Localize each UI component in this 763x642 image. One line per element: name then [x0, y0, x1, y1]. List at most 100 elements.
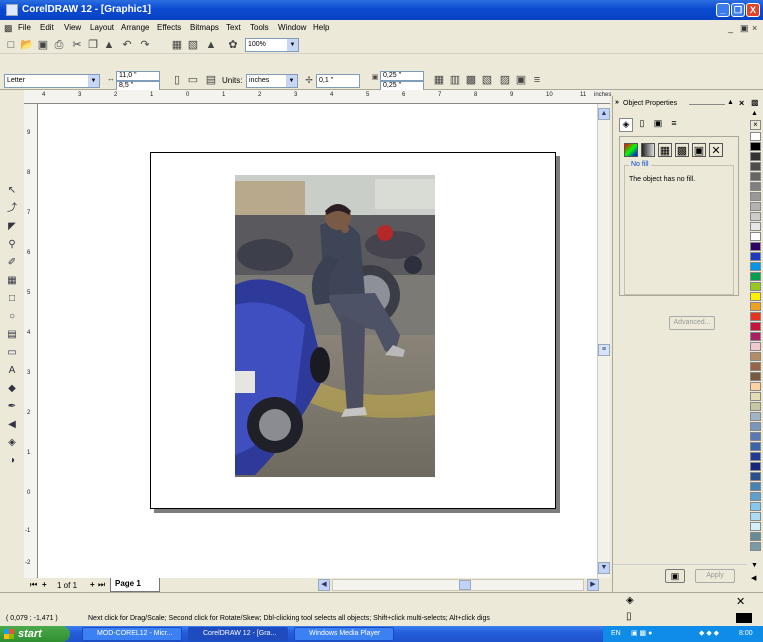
close-button[interactable]: X	[746, 3, 760, 17]
options-icon[interactable]: ≡	[530, 73, 544, 87]
palette-expand-icon[interactable]: ◀	[751, 574, 756, 582]
horizontal-scroll-thumb[interactable]	[459, 580, 471, 590]
application-launcher-icon[interactable]: ▲	[204, 38, 218, 52]
snap-guidelines-icon[interactable]: ▥	[448, 73, 462, 87]
add-page-before-icon[interactable]: +	[42, 580, 47, 589]
text-tool-icon[interactable]: A	[5, 364, 19, 378]
document-page[interactable]	[150, 152, 556, 509]
menu-tools[interactable]: Tools	[250, 23, 269, 32]
zoom-tool-icon[interactable]: ⚲	[5, 238, 19, 252]
color-swatch[interactable]	[750, 352, 761, 361]
outline-tool-icon[interactable]: ◀	[5, 418, 19, 432]
color-swatch[interactable]	[750, 382, 761, 391]
color-swatch[interactable]	[750, 342, 761, 351]
menu-arrange[interactable]: Arrange	[121, 23, 149, 32]
color-swatch[interactable]	[750, 142, 761, 151]
maximize-button[interactable]: ❐	[731, 3, 745, 17]
taskbar-item-word[interactable]: MOD-COREL12 - Micr...	[82, 627, 182, 641]
color-swatch[interactable]	[750, 532, 761, 541]
apply-button[interactable]: Apply	[695, 569, 735, 583]
color-swatch[interactable]	[750, 162, 761, 171]
outline-tab-icon[interactable]: ▯	[635, 118, 649, 132]
minimize-button[interactable]: _	[716, 3, 730, 17]
color-swatch[interactable]	[750, 392, 761, 401]
units-select[interactable]: inches ▼	[246, 74, 298, 88]
docker-collapse-icon[interactable]: ▲	[727, 99, 734, 106]
drawing-canvas[interactable]	[38, 104, 597, 578]
menu-text[interactable]: Text	[226, 23, 241, 32]
snap-objects-icon[interactable]: ▩	[464, 73, 478, 87]
color-swatch[interactable]	[750, 192, 761, 201]
tray-icons[interactable]: ▣ ▩ ●	[631, 626, 652, 642]
scroll-left-icon[interactable]: ◀	[318, 579, 330, 591]
shape-tool-icon[interactable]: ⤴	[5, 202, 19, 216]
outline-color-swatch[interactable]	[736, 613, 752, 623]
color-swatch[interactable]	[750, 372, 761, 381]
freehand-tool-icon[interactable]: ✐	[5, 256, 19, 270]
color-swatch[interactable]	[750, 132, 761, 141]
color-swatch[interactable]	[750, 242, 761, 251]
menu-edit[interactable]: Edit	[40, 23, 54, 32]
cut-icon[interactable]: ✂	[70, 38, 84, 52]
duplicate-x-field[interactable]: 0,25 "	[380, 71, 424, 81]
dynamic-guides-icon[interactable]: ▧	[480, 73, 494, 87]
portrait-icon[interactable]: ▯	[170, 73, 184, 87]
mdi-minimize-icon[interactable]: _	[728, 23, 733, 33]
zoom-level-select[interactable]: 100% ▼	[245, 38, 299, 52]
paste-icon[interactable]: ▲	[102, 38, 116, 52]
color-swatch[interactable]	[750, 272, 761, 281]
color-swatch[interactable]	[750, 302, 761, 311]
treat-as-filled-icon[interactable]: ▨	[498, 73, 512, 87]
color-swatch[interactable]	[750, 172, 761, 181]
texture-fill-icon[interactable]: ▩	[675, 143, 689, 157]
eyedropper-tool-icon[interactable]: ✒	[5, 400, 19, 414]
vertical-scrollbar[interactable]: ▲ ≡ ▼	[597, 104, 610, 578]
save-icon[interactable]: ▣	[36, 38, 50, 52]
color-swatch[interactable]	[750, 332, 761, 341]
menu-window[interactable]: Window	[278, 23, 306, 32]
ellipse-tool-icon[interactable]: ○	[5, 310, 19, 324]
polygon-tool-icon[interactable]: ▤	[5, 328, 19, 342]
color-swatch[interactable]	[750, 222, 761, 231]
lock-button-icon[interactable]: ▣	[665, 569, 685, 583]
color-swatch[interactable]	[750, 322, 761, 331]
copy-icon[interactable]: ❐	[86, 38, 100, 52]
new-icon[interactable]: □	[4, 38, 18, 52]
color-swatch[interactable]	[750, 252, 761, 261]
no-fill-icon[interactable]: ✕	[709, 143, 723, 157]
color-swatch[interactable]	[750, 472, 761, 481]
menu-effects[interactable]: Effects	[157, 23, 181, 32]
interactive-fill-tool-icon[interactable]: ◑	[5, 454, 19, 468]
color-swatch[interactable]	[750, 502, 761, 511]
fill-tool-icon[interactable]: ◈	[5, 436, 19, 450]
crop-tool-icon[interactable]: ◤	[5, 220, 19, 234]
snap-grid-icon[interactable]: ▦	[432, 73, 446, 87]
scroll-down-icon[interactable]: ▼	[598, 562, 610, 574]
paper-type-select[interactable]: Letter ▼	[4, 74, 100, 88]
first-page-icon[interactable]: ⏮	[30, 580, 37, 590]
docker-expand-icon[interactable]: »	[615, 99, 619, 106]
taskbar-item-coreldraw[interactable]: CorelDRAW 12 - [Gra...	[188, 627, 288, 641]
last-page-icon[interactable]: ⏭	[98, 580, 105, 590]
color-swatch[interactable]	[750, 152, 761, 161]
pick-tool-icon[interactable]: ↖	[5, 184, 19, 198]
network-icons[interactable]: ◆ ◆ ◆	[699, 626, 719, 642]
postscript-fill-icon[interactable]: ▣	[692, 143, 706, 157]
fountain-fill-icon[interactable]	[641, 143, 655, 157]
mdi-close-icon[interactable]: ×	[752, 23, 757, 33]
palette-scroll-down-icon[interactable]: ▼	[751, 562, 758, 569]
photo-bitmap[interactable]	[235, 175, 435, 477]
document-icon[interactable]: ▩	[4, 23, 13, 34]
taskbar-item-media-player[interactable]: Windows Media Player	[294, 627, 394, 641]
color-swatch[interactable]	[750, 312, 761, 321]
uniform-fill-icon[interactable]	[624, 143, 638, 157]
landscape-icon[interactable]: ▭	[186, 73, 200, 87]
color-swatch[interactable]	[750, 422, 761, 431]
coreldraw-app-icon[interactable]	[6, 4, 18, 16]
color-swatch[interactable]	[750, 262, 761, 271]
scroll-right-icon[interactable]: ▶	[587, 579, 599, 591]
color-swatch[interactable]	[750, 522, 761, 531]
smart-fill-tool-icon[interactable]: ▦	[5, 274, 19, 288]
color-swatch[interactable]	[750, 282, 761, 291]
all-pages-icon[interactable]: ▤	[204, 73, 218, 87]
